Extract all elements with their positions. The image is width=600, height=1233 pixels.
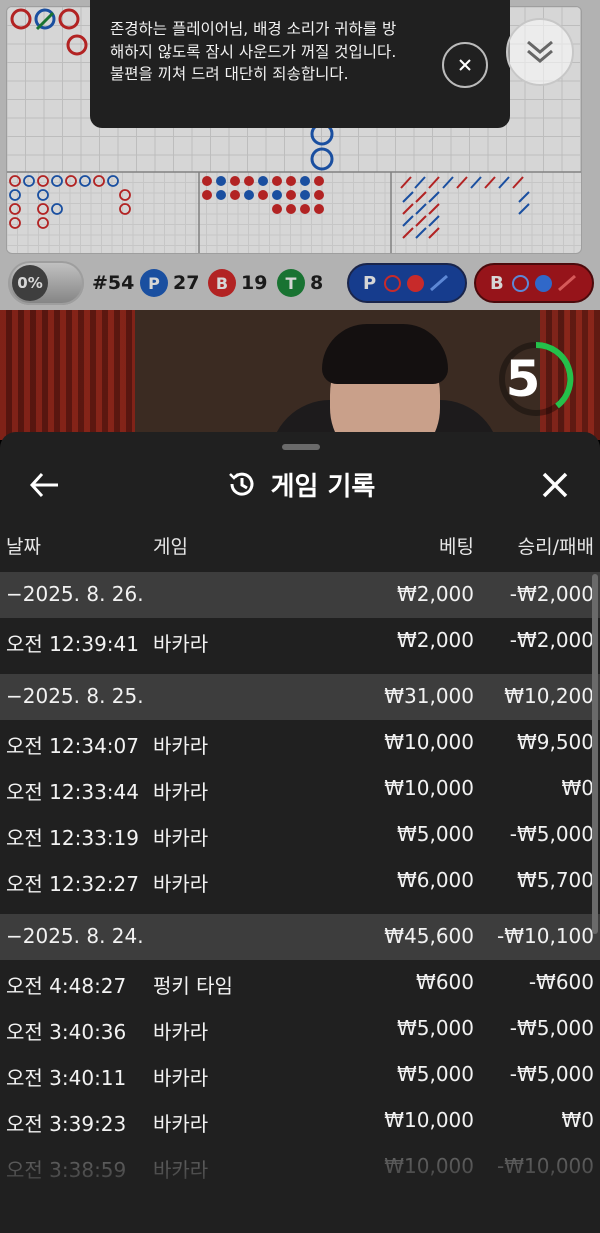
cell-date: 오전 3:40:36 bbox=[6, 1020, 127, 1044]
cell-bet: ₩31,000 bbox=[384, 684, 474, 708]
cell-game: 바카라 bbox=[153, 780, 209, 804]
cell-bet: ₩5,000 bbox=[396, 1062, 474, 1086]
cell-bet: ₩5,000 bbox=[396, 1016, 474, 1040]
cell-bet: ₩2,000 bbox=[396, 582, 474, 606]
table-header: 날짜 게임 베팅 승리/패배 bbox=[0, 532, 600, 568]
cell-bet: ₩5,000 bbox=[396, 822, 474, 846]
cell-bet: ₩600 bbox=[416, 970, 474, 994]
cell-result: -₩5,000 bbox=[509, 1016, 594, 1040]
cell-result: ₩0 bbox=[561, 1108, 595, 1132]
column-date: 날짜 bbox=[6, 536, 41, 558]
double-chevron-down-icon bbox=[527, 40, 553, 63]
history-icon bbox=[228, 472, 254, 496]
cell-bet: ₩6,000 bbox=[396, 868, 474, 892]
cell-result: ₩9,500 bbox=[516, 730, 594, 754]
table-row[interactable]: 오전 12:33:19 바카라 ₩5,000 -₩5,000 bbox=[0, 812, 600, 858]
table-row[interactable]: 오전 3:39:23 바카라 ₩10,000 ₩0 bbox=[0, 1098, 600, 1144]
cell-date: 오전 12:32:27 bbox=[6, 872, 139, 896]
table-row[interactable]: 오전 12:32:27 바카라 ₩6,000 ₩5,700 bbox=[0, 858, 600, 904]
cell-date: 오전 12:33:44 bbox=[6, 780, 139, 804]
column-game: 게임 bbox=[153, 536, 188, 558]
cell-result: -₩5,000 bbox=[509, 822, 594, 846]
cell-date: 오전 3:39:23 bbox=[6, 1112, 127, 1136]
date-group-row[interactable]: −2025. 8. 25. ₩31,000 ₩10,200 bbox=[0, 674, 600, 720]
date-group-row[interactable]: −2025. 8. 26. ₩2,000 -₩2,000 bbox=[0, 572, 600, 618]
toast-close-button[interactable] bbox=[442, 42, 488, 88]
cell-game: 바카라 bbox=[153, 826, 209, 850]
close-panel-button[interactable] bbox=[538, 468, 572, 502]
drag-handle[interactable] bbox=[282, 444, 320, 450]
cell-date: 오전 3:40:11 bbox=[6, 1066, 127, 1090]
cell-result: -₩2,000 bbox=[509, 628, 594, 652]
table-row[interactable]: 오전 12:34:07 바카라 ₩10,000 ₩9,500 bbox=[0, 720, 600, 766]
cell-game: 바카라 bbox=[153, 1020, 209, 1044]
cell-result: ₩5,700 bbox=[516, 868, 594, 892]
cell-game: 바카라 bbox=[153, 1066, 209, 1090]
date-group-row[interactable]: −2025. 8. 24. ₩45,600 -₩10,100 bbox=[0, 914, 600, 960]
cell-result: -₩2,000 bbox=[509, 582, 594, 606]
live-video: 5 bbox=[0, 310, 600, 440]
cell-game: 바카라 bbox=[153, 1112, 209, 1136]
cell-result: -₩10,100 bbox=[497, 924, 594, 948]
cell-game: 바카라 bbox=[153, 734, 209, 758]
panel-title: 게임 기록 bbox=[0, 464, 600, 504]
cell-bet: ₩10,000 bbox=[384, 1108, 474, 1132]
table-row[interactable]: 오전 3:38:59 바카라 ₩10,000 -₩10,000 bbox=[0, 1144, 600, 1190]
cell-game: 바카라 bbox=[153, 632, 209, 656]
cell-date: −2025. 8. 25. bbox=[6, 684, 144, 708]
cell-date: 오전 12:33:19 bbox=[6, 826, 139, 850]
cell-date: −2025. 8. 26. bbox=[6, 582, 144, 606]
cell-result: ₩0 bbox=[561, 776, 595, 800]
cell-date: 오전 4:48:27 bbox=[6, 974, 127, 998]
table-row[interactable]: 오전 3:40:36 바카라 ₩5,000 -₩5,000 bbox=[0, 1006, 600, 1052]
cell-date: 오전 12:34:07 bbox=[6, 734, 139, 758]
cell-game: 바카라 bbox=[153, 1158, 209, 1182]
cell-bet: ₩2,000 bbox=[396, 628, 474, 652]
toast-message: 존경하는 플레이어님, 배경 소리가 귀하를 방해하지 않도록 잠시 사운드가 … bbox=[110, 20, 397, 83]
cell-result: ₩10,200 bbox=[504, 684, 594, 708]
dealer-hair bbox=[322, 324, 448, 384]
table-row[interactable]: 오전 4:48:27 펑키 타임 ₩600 -₩600 bbox=[0, 960, 600, 1006]
cell-bet: ₩10,000 bbox=[384, 1154, 474, 1178]
cell-date: 오전 3:38:59 bbox=[6, 1158, 127, 1182]
table-row[interactable]: 오전 3:40:11 바카라 ₩5,000 -₩5,000 bbox=[0, 1052, 600, 1098]
cell-bet: ₩10,000 bbox=[384, 776, 474, 800]
table-row[interactable]: 오전 12:39:41 바카라 ₩2,000 -₩2,000 bbox=[0, 618, 600, 664]
cell-bet: ₩45,600 bbox=[384, 924, 474, 948]
column-bet: 베팅 bbox=[439, 536, 474, 558]
table-row[interactable]: 오전 12:33:44 바카라 ₩10,000 ₩0 bbox=[0, 766, 600, 812]
cell-result: -₩600 bbox=[528, 970, 594, 994]
cell-game: 바카라 bbox=[153, 872, 209, 896]
column-result: 승리/패배 bbox=[517, 536, 594, 558]
cell-bet: ₩10,000 bbox=[384, 730, 474, 754]
close-icon bbox=[459, 59, 471, 71]
scrollbar[interactable] bbox=[592, 574, 598, 934]
cell-result: -₩10,000 bbox=[497, 1154, 594, 1178]
cell-result: -₩5,000 bbox=[509, 1062, 594, 1086]
game-history-panel: 게임 기록 날짜 게임 베팅 승리/패배 −2025. 8. 26. ₩2,000… bbox=[0, 432, 600, 1233]
close-icon bbox=[542, 472, 568, 498]
cell-game: 펑키 타임 bbox=[153, 974, 233, 998]
sound-notice-toast: 존경하는 플레이어님, 배경 소리가 귀하를 방해하지 않도록 잠시 사운드가 … bbox=[90, 0, 510, 128]
cell-date: −2025. 8. 24. bbox=[6, 924, 144, 948]
collapse-roadmap-button[interactable] bbox=[506, 18, 574, 86]
cell-date: 오전 12:39:41 bbox=[6, 632, 139, 656]
countdown-number: 5 bbox=[505, 350, 541, 408]
curtain-left bbox=[0, 310, 140, 440]
